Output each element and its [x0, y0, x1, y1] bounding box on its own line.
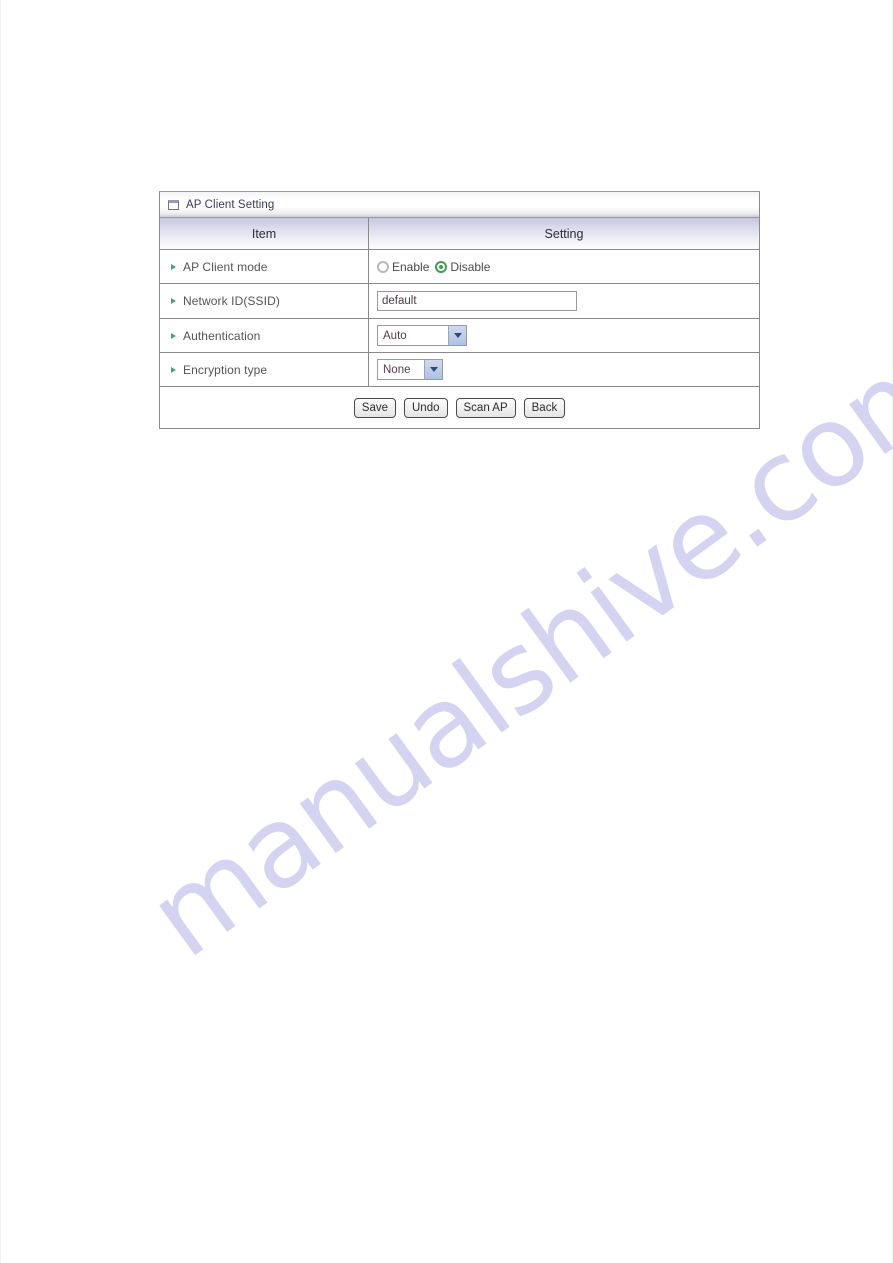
- watermark-text: manualshive.com: [126, 313, 893, 983]
- triangle-bullet-icon: [171, 298, 176, 304]
- scanned-page: manualshive.com AP Client Setting Item S…: [0, 0, 893, 1263]
- ssid-input[interactable]: [377, 291, 577, 311]
- row-label-cell-authentication: Authentication: [160, 319, 369, 352]
- encryption-type-select-value: None: [383, 363, 411, 376]
- row-label-cell-network-id: Network ID(SSID): [160, 284, 369, 318]
- panel-button-row: Save Undo Scan AP Back: [160, 387, 759, 428]
- row-control-cell-ap-client-mode: Enable Disable: [369, 250, 759, 283]
- scan-ap-button[interactable]: Scan AP: [455, 397, 516, 418]
- action-button-group: Save Undo Scan AP Back: [350, 397, 569, 418]
- radio-enable-label: Enable: [392, 259, 430, 274]
- undo-button[interactable]: Undo: [404, 397, 448, 418]
- authentication-select[interactable]: Auto: [377, 325, 467, 346]
- triangle-bullet-icon: [171, 366, 176, 373]
- column-header-item-cell: Item: [160, 218, 369, 249]
- triangle-bullet-icon: [171, 263, 176, 270]
- table-row: Authentication Auto: [160, 319, 759, 353]
- row-control-cell-authentication: Auto: [369, 319, 759, 352]
- row-label-cell-encryption-type: Encryption type: [160, 353, 369, 386]
- authentication-select-value: Auto: [383, 329, 407, 342]
- row-label-authentication: Authentication: [183, 328, 261, 343]
- radio-disable-indicator[interactable]: [435, 260, 448, 273]
- encryption-type-select[interactable]: None: [377, 359, 443, 380]
- radio-enable-indicator[interactable]: [377, 260, 389, 273]
- page-title: AP Client Setting: [186, 198, 275, 211]
- row-control-cell-network-id: [369, 284, 759, 318]
- back-button[interactable]: Back: [523, 397, 566, 418]
- row-label-cell-ap-client-mode: AP Client mode: [160, 250, 369, 283]
- save-button[interactable]: Save: [353, 397, 396, 418]
- row-control-cell-encryption-type: None: [369, 353, 759, 386]
- column-header-setting-cell: Setting: [369, 218, 759, 249]
- radio-option-enable[interactable]: Enable: [377, 260, 429, 274]
- chevron-down-icon[interactable]: [424, 360, 442, 379]
- row-label-network-id: Network ID(SSID): [183, 294, 280, 308]
- table-row: Network ID(SSID): [160, 284, 759, 319]
- radio-option-disable[interactable]: Disable: [435, 260, 490, 274]
- table-row: Encryption type None: [160, 353, 759, 387]
- triangle-bullet-icon: [171, 332, 176, 339]
- chevron-down-icon[interactable]: [448, 326, 466, 345]
- ap-client-setting-panel: AP Client Setting Item Setting AP Client…: [159, 191, 760, 429]
- column-header-setting: Setting: [544, 226, 584, 241]
- row-label-encryption-type: Encryption type: [183, 362, 268, 377]
- panel-title-bar: AP Client Setting: [160, 192, 759, 218]
- ap-client-mode-radio-group[interactable]: Enable Disable: [377, 260, 496, 274]
- table-row: AP Client mode Enable Disable: [160, 250, 759, 284]
- watermark: manualshive.com: [92, 314, 893, 983]
- column-header-item: Item: [251, 226, 277, 241]
- window-icon: [168, 199, 179, 210]
- table-header-row: Item Setting: [160, 218, 759, 250]
- page-edge-left: [0, 0, 1, 1263]
- row-label-ap-client-mode: AP Client mode: [183, 259, 268, 274]
- radio-disable-label: Disable: [450, 259, 491, 274]
